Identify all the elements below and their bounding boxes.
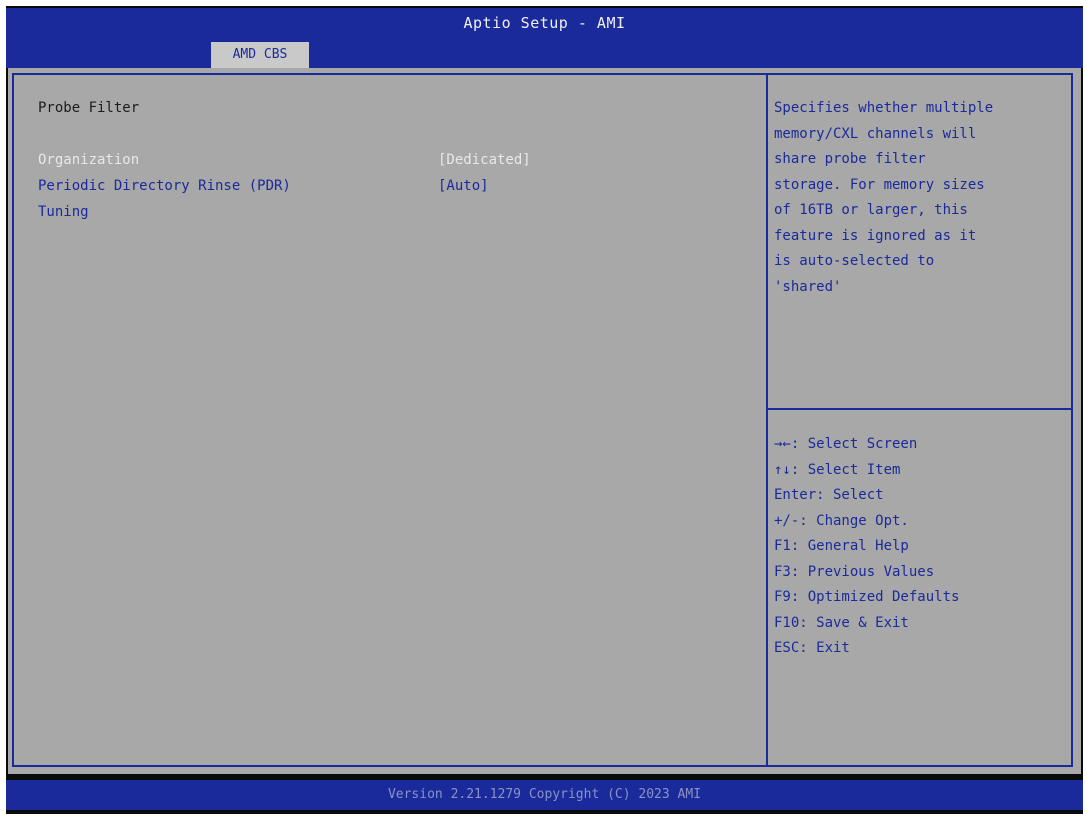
key-optimized-defaults: F9: Optimized Defaults (774, 589, 960, 605)
help-text: Specifies whether multiple memory/CXL ch… (774, 96, 1069, 300)
key-select-screen: →←: Select Screen (774, 436, 918, 452)
section-title: Probe Filter (38, 100, 140, 116)
help-line: memory/CXL channels will (774, 125, 977, 142)
main-panel: Probe Filter Organization [Dedicated] Pe… (8, 68, 1081, 774)
help-line: of 16TB or larger, this (774, 202, 968, 218)
bios-screen: Aptio Setup - AMI AMD CBS Probe Filter O… (6, 6, 1083, 814)
help-line: storage. For memory sizes (774, 176, 985, 193)
help-line: 'shared' (774, 278, 842, 295)
setting-label: Organization (38, 152, 140, 168)
submenu-label: Tuning (38, 204, 89, 220)
horizontal-divider (768, 408, 1073, 410)
setting-value[interactable]: [Dedicated] (438, 152, 531, 168)
help-line: is auto-selected to (774, 253, 935, 269)
vertical-divider (766, 73, 768, 767)
key-legend: →←: Select Screen ↑↓: Select Item Enter:… (774, 432, 1069, 662)
key-general-help: F1: General Help (774, 538, 909, 554)
help-line: Specifies whether multiple (774, 100, 994, 116)
setting-pdr[interactable]: Periodic Directory Rinse (PDR) [Auto] (38, 178, 758, 202)
footer-bar: Version 2.21.1279 Copyright (C) 2023 AMI (6, 780, 1083, 810)
key-change-opt: +/-: Change Opt. (774, 512, 909, 529)
key-previous-values: F3: Previous Values (774, 563, 935, 580)
key-esc-exit: ESC: Exit (774, 640, 850, 656)
key-enter: Enter: Select (774, 487, 884, 503)
app-title: Aptio Setup - AMI (463, 14, 626, 32)
key-save-exit: F10: Save & Exit (774, 614, 909, 631)
version-copyright: Version 2.21.1279 Copyright (C) 2023 AMI (387, 787, 702, 802)
submenu-tuning[interactable]: Tuning (38, 204, 758, 228)
setting-value[interactable]: [Auto] (438, 178, 489, 194)
key-select-item: ↑↓: Select Item (774, 461, 901, 478)
header-bar: Aptio Setup - AMI AMD CBS (6, 8, 1083, 68)
tab-amd-cbs[interactable]: AMD CBS (211, 42, 309, 68)
setting-organization[interactable]: Organization [Dedicated] (38, 152, 758, 176)
help-line: feature is ignored as it (774, 227, 977, 244)
help-line: share probe filter (774, 151, 926, 167)
setting-label: Periodic Directory Rinse (PDR) (38, 178, 291, 194)
